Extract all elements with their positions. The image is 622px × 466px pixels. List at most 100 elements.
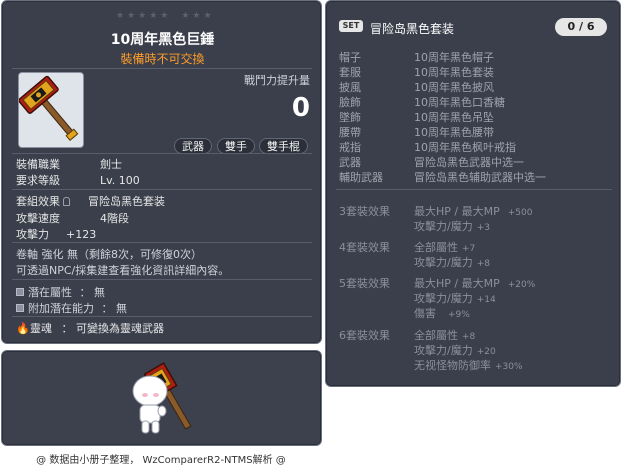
divider (12, 316, 312, 317)
potential-icon (16, 288, 24, 296)
job-row: 裝備職業 劍士 (16, 156, 122, 172)
bonus-value: +20% (507, 280, 536, 290)
tag-two-handed: 雙手 (217, 138, 255, 154)
set-part-row: 套服 10周年黑色套装 (339, 64, 494, 80)
set-bonus-line: 全部屬性 +8 (414, 327, 475, 343)
attack-value: +123 (66, 228, 97, 241)
bonus-value: +20 (476, 347, 496, 357)
req-level-label: 要求等級 (16, 174, 60, 187)
bonus-stat: 无视怪物防御率 (414, 359, 491, 372)
set-bonus-title: 6套裝效果 (339, 329, 390, 342)
bonus-value: +14 (476, 295, 496, 305)
set-part-name: 10周年黑色枫叶戒指 (414, 141, 516, 154)
bonus-stat: 最大HP / 最大MP (414, 277, 500, 290)
divider (12, 189, 312, 190)
set-bonus-line: 攻擊力/魔力 +3 (414, 218, 490, 234)
set-part-row: 帽子 10周年黑色帽子 (339, 49, 494, 65)
additional-potential-label: 附加潛在能力 (28, 302, 94, 315)
character-avatar (132, 362, 192, 434)
set-part-name: 10周年黑色披风 (414, 81, 494, 94)
item-tooltip-panel: ★★★★★ ★★★ 10周年黑色巨錘 裝備時不可交換 戰鬥力提升量 0 武器 雙手… (1, 0, 322, 344)
additional-potential-row: 附加潛在能力 ： 無 (16, 300, 127, 316)
bonus-stat: 傷害 (414, 307, 436, 320)
set-part-slot: 武器 (339, 156, 361, 169)
set-part-row: 披風 10周年黑色披风 (339, 79, 494, 95)
set-part-name: 10周年黑色腰带 (414, 126, 494, 139)
bonus-value: +8 (462, 332, 476, 342)
potential-label: 潛在屬性 (28, 286, 72, 299)
divider (12, 279, 312, 280)
req-level-value: Lv. 100 (100, 174, 140, 187)
untradeable-notice: 裝備時不可交換 (120, 52, 205, 66)
potential-value: ： 無 (79, 286, 106, 299)
item-icon-frame (18, 72, 84, 148)
scroll-upgrade-line: 卷軸 強化 無（剩餘8次，可修復0次） (16, 248, 202, 261)
divider (12, 242, 312, 243)
bonus-value: +3 (476, 223, 490, 233)
potential-row: 潛在屬性 ： 無 (16, 284, 105, 300)
set-bonus-line: 攻擊力/魔力 +14 (414, 290, 496, 306)
set-part-slot: 披風 (339, 81, 361, 94)
set-part-row: 墜飾 10周年黑色吊坠 (339, 109, 494, 125)
star-force-stars: ★★★★★ ★★★ (116, 11, 215, 21)
tag-two-handed-blunt: 雙手棍 (259, 138, 308, 154)
set-part-name: 10周年黑色吊坠 (414, 111, 494, 124)
attack-speed-row: 攻擊速度 4階段 (16, 210, 129, 226)
set-part-name: 10周年黑色口香糖 (414, 96, 505, 109)
giant-hammer-icon (19, 73, 83, 147)
character-preview-panel (1, 350, 322, 446)
bonus-value: +30% (495, 362, 523, 372)
set-bonus-title: 4套裝效果 (339, 241, 390, 254)
set-effect-label: 套組效果 (16, 195, 60, 208)
bonus-stat: 全部屬性 (414, 241, 458, 254)
set-bonus-line: 无视怪物防御率 +30% (414, 357, 523, 373)
set-effect-row: 套組效果 冒险岛黑色套装 (16, 193, 165, 209)
combat-power-value: 0 (291, 93, 310, 123)
set-part-slot: 墜飾 (339, 111, 361, 124)
set-part-name: 冒险岛黑色武器中选一 (414, 156, 524, 169)
tag-weapon: 武器 (174, 138, 212, 154)
footer-credit: @ 数据由小册子整理， WzComparerR2-NTMS解析 @ (36, 455, 286, 466)
set-part-name: 10周年黑色帽子 (414, 51, 494, 64)
soul-row: 🔥靈魂 ： 可變換為靈魂武器 (16, 320, 164, 336)
set-bonus-line: 最大HP / 最大MP +500 (414, 203, 532, 219)
set-part-slot: 戒指 (339, 141, 361, 154)
set-part-name: 冒险岛黑色辅助武器中选一 (414, 171, 546, 184)
set-part-name: 10周年黑色套装 (414, 66, 494, 79)
divider (12, 153, 312, 154)
set-part-slot: 帽子 (339, 51, 361, 64)
set-bonus-line: 攻擊力/魔力 +20 (414, 342, 496, 358)
set-bonus-line: 傷害 +9% (414, 305, 470, 321)
bonus-stat: 攻擊力/魔力 (414, 220, 473, 233)
bonus-stat: 全部屬性 (414, 329, 458, 342)
set-part-slot: 臉飾 (339, 96, 361, 109)
attack-speed-label: 攻擊速度 (16, 212, 60, 225)
set-count-badge: 0 / 6 (555, 18, 607, 36)
attack-speed-value: 4階段 (100, 212, 129, 225)
soul-label: 靈魂 (30, 322, 52, 335)
lock-icon (63, 197, 70, 206)
set-title: 冒险岛黑色套装 (370, 22, 455, 36)
set-part-row: 腰帶 10周年黑色腰带 (339, 124, 494, 140)
combat-power-label: 戰鬥力提升量 (244, 74, 310, 87)
set-effect-value: 冒险岛黑色套装 (88, 195, 165, 208)
bonus-stat: 攻擊力/魔力 (414, 256, 473, 269)
npc-info-line: 可透過NPC/採集建查看強化資訊詳細內容。 (16, 264, 230, 277)
set-bonus-title: 3套裝效果 (339, 205, 390, 218)
additional-potential-icon (16, 304, 24, 312)
set-part-row: 輔助武器 冒险岛黑色辅助武器中选一 (339, 169, 546, 185)
soul-flame-icon: 🔥 (16, 322, 30, 335)
bonus-value: +7 (462, 244, 476, 254)
job-label: 裝備職業 (16, 158, 60, 171)
set-bonus-line: 全部屬性 +7 (414, 239, 475, 255)
set-part-slot: 腰帶 (339, 126, 361, 139)
bonus-value: +8 (476, 259, 490, 269)
set-bonus-line: 攻擊力/魔力 +8 (414, 254, 490, 270)
additional-potential-value: ： 無 (101, 302, 128, 315)
bonus-stat: 攻擊力/魔力 (414, 344, 473, 357)
set-badge: SET (339, 20, 363, 32)
set-bonus-line: 最大HP / 最大MP +20% (414, 275, 535, 291)
set-part-slot: 輔助武器 (339, 171, 383, 184)
soul-value: ： 可變換為靈魂武器 (61, 322, 165, 335)
bonus-value: +9% (448, 310, 470, 320)
